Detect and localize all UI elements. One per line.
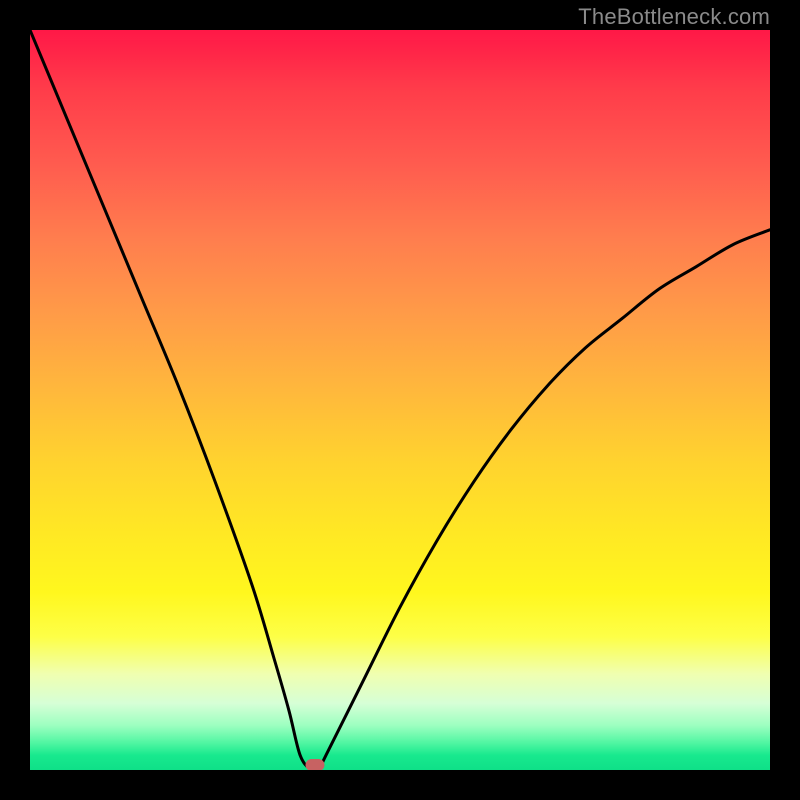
- chart-frame: TheBottleneck.com: [0, 0, 800, 800]
- watermark-text: TheBottleneck.com: [578, 4, 770, 30]
- bottleneck-curve-path: [30, 30, 770, 770]
- curve-svg: [30, 30, 770, 770]
- plot-area: [30, 30, 770, 770]
- optimum-marker: [305, 759, 324, 770]
